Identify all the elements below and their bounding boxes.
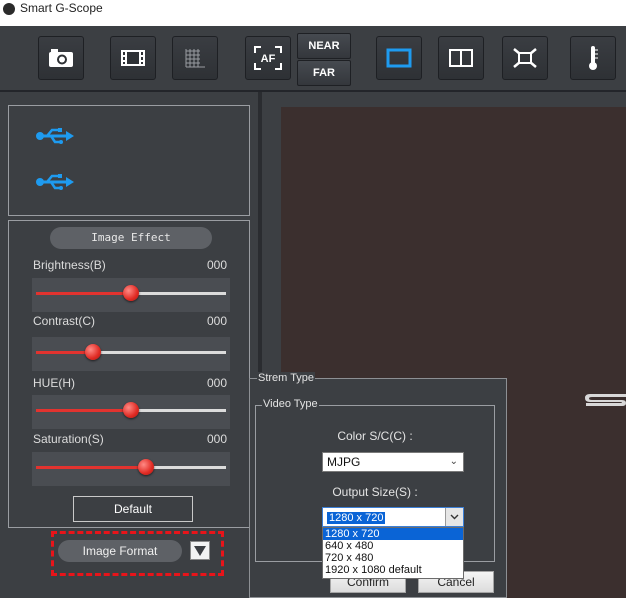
highlight-box xyxy=(51,531,224,576)
auto-focus-button[interactable]: AF xyxy=(245,36,291,80)
stream-type-label: Strem Type xyxy=(257,372,316,385)
output-size-option[interactable]: 1280 x 720 xyxy=(323,528,463,540)
dropdown-button[interactable] xyxy=(445,508,463,526)
slider-knob[interactable] xyxy=(123,402,139,418)
contrast-label: Contrast(C) xyxy=(33,314,96,328)
thermometer-icon xyxy=(589,46,598,70)
output-size-label: Output Size(S) : xyxy=(332,485,418,499)
image-effect-title: Image Effect xyxy=(50,227,212,249)
hue-label: HUE(H) xyxy=(33,376,75,390)
contrast-slider[interactable] xyxy=(32,337,230,371)
grid-icon xyxy=(185,49,205,68)
brand-logo-icon xyxy=(585,394,626,406)
slider-fill xyxy=(36,292,131,295)
af-icon: AF xyxy=(254,46,282,70)
default-button[interactable]: Default xyxy=(73,496,193,522)
usb-device-box xyxy=(8,105,250,216)
brightness-label: Brightness(B) xyxy=(33,258,106,272)
output-size-dropdown-list: 1280 x 720 640 x 480 720 x 480 1920 x 10… xyxy=(322,527,464,579)
color-format-select[interactable]: MJPG ⌄ xyxy=(322,452,464,472)
slider-knob[interactable] xyxy=(138,459,155,475)
color-format-label: Color S/C(C) : xyxy=(337,429,413,443)
split-view-button[interactable] xyxy=(438,36,484,80)
output-size-option[interactable]: 720 x 480 xyxy=(323,552,463,564)
chevron-down-icon: ⌄ xyxy=(449,456,458,467)
focus-near-far: NEAR FAR xyxy=(297,33,351,86)
far-button[interactable]: FAR xyxy=(297,60,351,86)
output-size-select[interactable]: 1280 x 720 xyxy=(322,507,464,527)
slider-fill xyxy=(36,409,131,412)
slider-knob[interactable] xyxy=(123,285,139,301)
near-button[interactable]: NEAR xyxy=(297,33,351,59)
usb-icon xyxy=(36,128,74,144)
hue-slider[interactable] xyxy=(32,395,230,429)
output-size-option[interactable]: 1920 x 1080 default xyxy=(323,564,463,576)
chevron-down-icon xyxy=(450,514,459,520)
video-record-button[interactable] xyxy=(110,36,156,80)
color-format-value: MJPG xyxy=(327,455,361,469)
fullscreen-icon xyxy=(513,48,537,68)
single-view-button[interactable] xyxy=(376,36,422,80)
camera-icon xyxy=(49,49,73,67)
single-window-icon xyxy=(386,48,412,68)
app-logo-icon xyxy=(3,3,15,15)
brightness-slider[interactable] xyxy=(32,278,230,312)
saturation-label: Saturation(S) xyxy=(33,432,104,446)
toolbar: AF NEAR FAR xyxy=(0,26,626,92)
contrast-value: 000 xyxy=(207,314,228,328)
window-title: Smart G-Scope xyxy=(20,1,103,15)
saturation-slider[interactable] xyxy=(32,452,230,486)
temperature-button[interactable] xyxy=(570,36,616,80)
slider-fill xyxy=(36,466,147,469)
usb-icon xyxy=(36,174,74,190)
output-size-value: 1280 x 720 xyxy=(327,512,386,524)
fullscreen-button[interactable] xyxy=(502,36,548,80)
brightness-value: 000 xyxy=(207,258,228,272)
hue-value: 000 xyxy=(207,376,228,390)
film-icon xyxy=(121,50,145,66)
grid-measure-button[interactable] xyxy=(172,36,218,80)
output-size-option[interactable]: 640 x 480 xyxy=(323,540,463,552)
slider-knob[interactable] xyxy=(85,344,101,360)
af-label: AF xyxy=(261,53,276,65)
video-type-label: Video Type xyxy=(262,398,319,411)
split-window-icon xyxy=(449,49,473,67)
camera-capture-button[interactable] xyxy=(38,36,84,80)
saturation-value: 000 xyxy=(207,432,228,446)
